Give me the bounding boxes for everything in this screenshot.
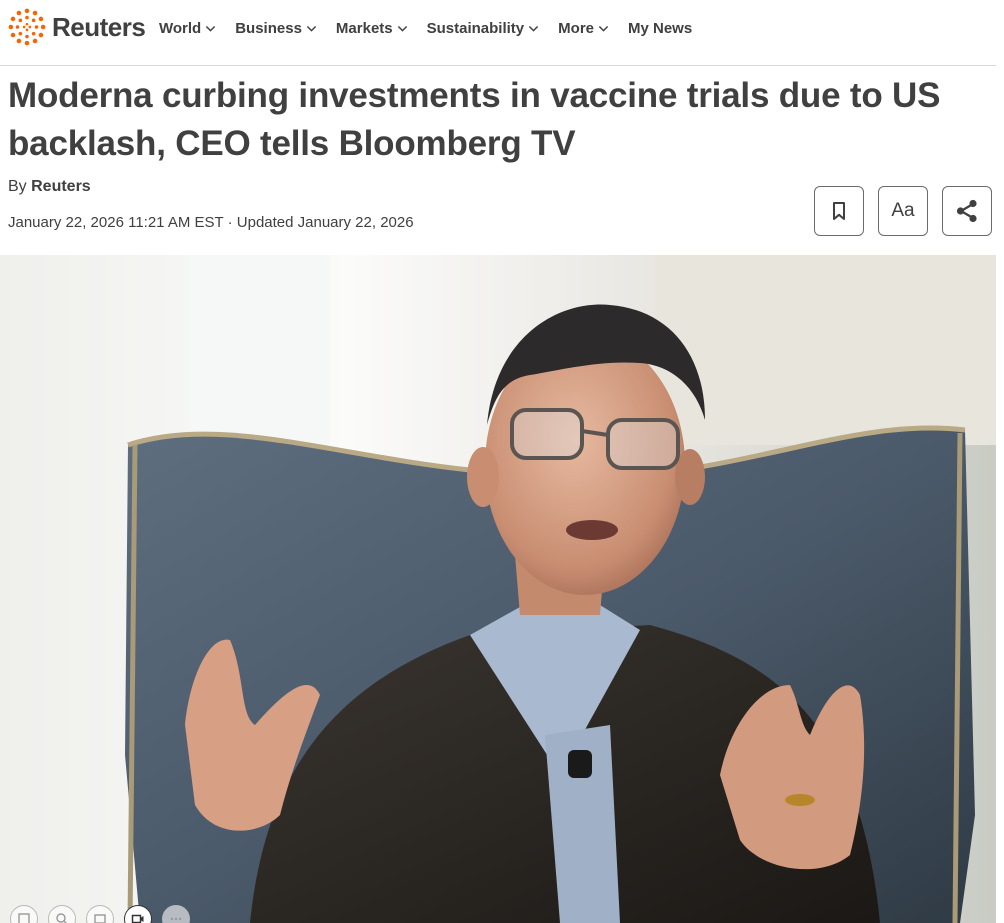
nav-item-label: Sustainability	[426, 19, 525, 37]
nav-item-world[interactable]: World	[159, 20, 216, 37]
more-button[interactable]	[162, 905, 190, 923]
text-size-icon: Aa	[891, 200, 915, 221]
author-link[interactable]: Reuters	[31, 178, 91, 195]
nav-item-my-news[interactable]: My News	[628, 20, 692, 37]
search-button[interactable]	[48, 905, 76, 923]
bookmark-icon	[833, 202, 845, 220]
chevron-down-icon	[397, 25, 407, 32]
nav-item-more[interactable]: More	[558, 20, 609, 37]
article-tools: Aa	[814, 186, 992, 236]
nav-item-label: My News	[628, 19, 693, 37]
nav-item-label: Business	[235, 19, 302, 37]
video-icon	[131, 914, 144, 923]
gallery-icon	[18, 913, 30, 923]
caption-button[interactable]	[86, 905, 114, 923]
chevron-down-icon	[529, 25, 539, 32]
article-photo[interactable]	[0, 255, 996, 923]
nav-menu: World Business Markets Sustainability Mo…	[159, 16, 711, 40]
date-separator: ·	[227, 214, 233, 231]
top-navigation: Reuters World Business Markets Sustainab…	[0, 0, 996, 66]
logo-wordmark: Reuters	[52, 11, 146, 42]
more-icon	[170, 917, 182, 921]
updated-time: Updated January 22, 2026	[236, 214, 414, 231]
chevron-down-icon	[306, 25, 317, 32]
published-time: January 22, 2026 11:21 AM EST	[8, 214, 224, 231]
article-photo-illustration	[0, 255, 996, 923]
nav-item-markets[interactable]: Markets	[336, 20, 408, 37]
caption-icon	[94, 914, 106, 923]
nav-item-sustainability[interactable]: Sustainability	[427, 20, 540, 37]
reuters-logo[interactable]: Reuters	[8, 8, 146, 46]
gallery-button[interactable]	[10, 905, 38, 923]
headline-line-1: Moderna curbing investments in vaccine t…	[8, 76, 941, 115]
nav-item-label: More	[558, 19, 594, 37]
dateline: January 22, 2026 11:21 AM EST · Updated …	[8, 214, 414, 231]
chevron-down-icon	[206, 25, 216, 32]
article-headline: Moderna curbing investments in vaccine t…	[8, 72, 968, 168]
byline: By Reuters	[8, 178, 91, 196]
video-button[interactable]	[124, 905, 152, 923]
search-icon	[56, 913, 67, 923]
share-icon	[956, 199, 977, 223]
media-controls	[10, 905, 200, 923]
headline-line-2: backlash, CEO tells Bloomberg TV	[8, 124, 576, 163]
text-size-button[interactable]: Aa	[878, 186, 928, 236]
bookmark-button[interactable]	[814, 186, 864, 236]
nav-item-label: World	[159, 19, 202, 37]
reuters-logo-icon	[8, 8, 46, 46]
share-button[interactable]	[942, 186, 992, 236]
chevron-down-icon	[598, 25, 609, 32]
byline-prefix: By	[8, 178, 27, 195]
nav-item-business[interactable]: Business	[235, 20, 317, 37]
nav-item-label: Markets	[335, 19, 393, 37]
